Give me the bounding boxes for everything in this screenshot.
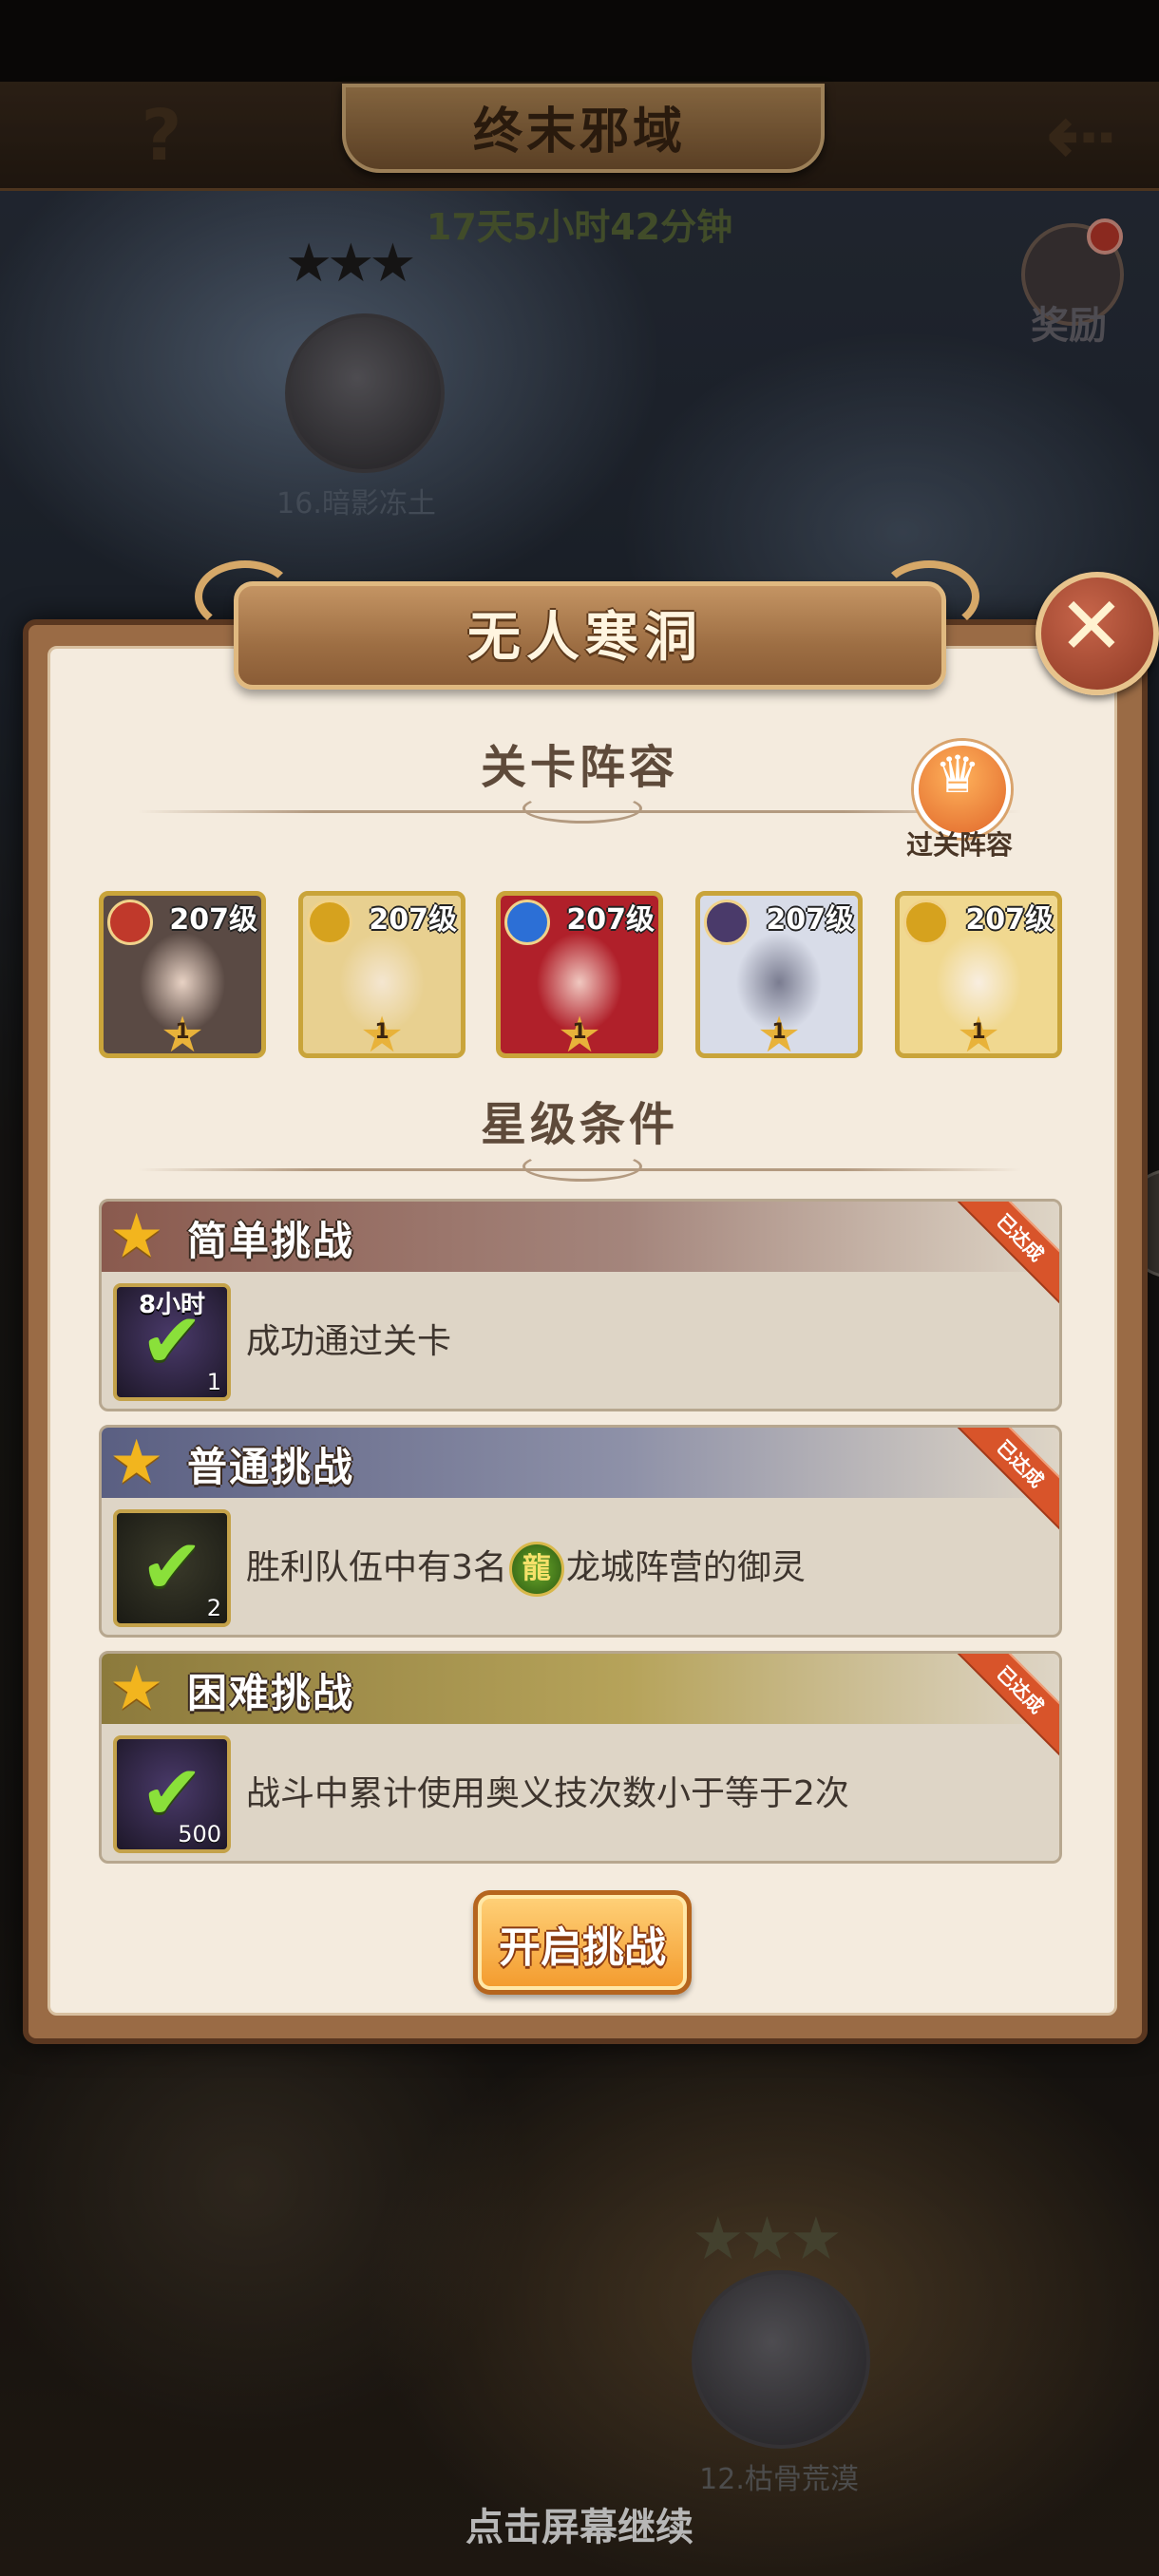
challenge-header: ★ 简单挑战 已达成 [102,1202,1059,1309]
challenge-card-easy: ★ 简单挑战 已达成 8小时 ✔ 1 成功通过关卡 [99,1199,1062,1411]
element-icon [307,900,352,945]
hero-rank: 1 [771,1020,787,1044]
challenge-description: 胜利队伍中有3名龍龙城阵营的御灵 [246,1540,806,1597]
star-conditions-title: 星级条件 [480,1098,678,1151]
tap-to-continue-hint[interactable]: 点击屏幕继续 [0,2496,1159,2551]
element-icon [504,900,550,945]
challenge-title: 普通挑战 [187,1444,355,1490]
desc-part: 龙城阵营的御灵 [565,1548,806,1587]
completed-ribbon: 已达成 [949,1428,1059,1535]
clear-lineup-label[interactable]: 过关阵容 [893,824,1026,862]
item-quantity: 2 [206,1595,221,1621]
divider-ornament [522,793,642,824]
star-icon: ★ [109,1654,164,1724]
challenge-title: 简单挑战 [187,1218,355,1264]
divider-ornament [522,1151,642,1182]
close-icon[interactable]: ✕ [1036,579,1148,672]
hero-rank: 1 [374,1020,390,1044]
item-quantity: 1 [206,1369,221,1395]
element-icon [704,900,750,945]
hero-level: 207级 [566,903,655,937]
star-icon: ★ [109,1428,164,1498]
hero-level: 207级 [965,903,1054,937]
hero-level: 207级 [169,903,257,937]
element-icon [107,900,153,945]
crown-icon[interactable]: ♛ [914,745,1001,805]
challenge-header: ★ 困难挑战 已达成 [102,1654,1059,1761]
reward-item-icon[interactable]: ✔ 2 [113,1509,231,1627]
element-icon [903,900,949,945]
reward-item-icon[interactable]: ✔ 500 [113,1735,231,1853]
challenge-description: 战斗中累计使用奥义技次数小于等于2次 [246,1774,849,1813]
desc-part: 胜利队伍中有3名 [246,1548,507,1587]
hero-level: 207级 [369,903,457,937]
challenge-header: ★ 普通挑战 已达成 [102,1428,1059,1535]
hero-rank: 1 [175,1020,190,1044]
completed-ribbon: 已达成 [949,1654,1059,1761]
reward-item-icon[interactable]: 8小时 ✔ 1 [113,1283,231,1401]
star-icon: ★ [109,1202,164,1272]
hero-level: 207级 [766,903,854,937]
completed-ribbon: 已达成 [949,1202,1059,1309]
challenge-title: 困难挑战 [187,1670,355,1716]
item-quantity: 500 [178,1821,221,1847]
dragon-faction-icon: 龍 [508,1542,564,1597]
start-challenge-label[interactable]: 开启挑战 [473,1913,692,1974]
challenge-description: 成功通过关卡 [246,1322,452,1361]
hero-rank: 1 [572,1020,587,1044]
challenge-card-hard: ★ 困难挑战 已达成 ✔ 500 战斗中累计使用奥义技次数小于等于2次 [99,1651,1062,1864]
challenge-card-normal: ★ 普通挑战 已达成 ✔ 2 胜利队伍中有3名龍龙城阵营的御灵 [99,1425,1062,1638]
dialog-title: 无人寒洞 [467,607,703,669]
hero-rank: 1 [971,1020,986,1044]
